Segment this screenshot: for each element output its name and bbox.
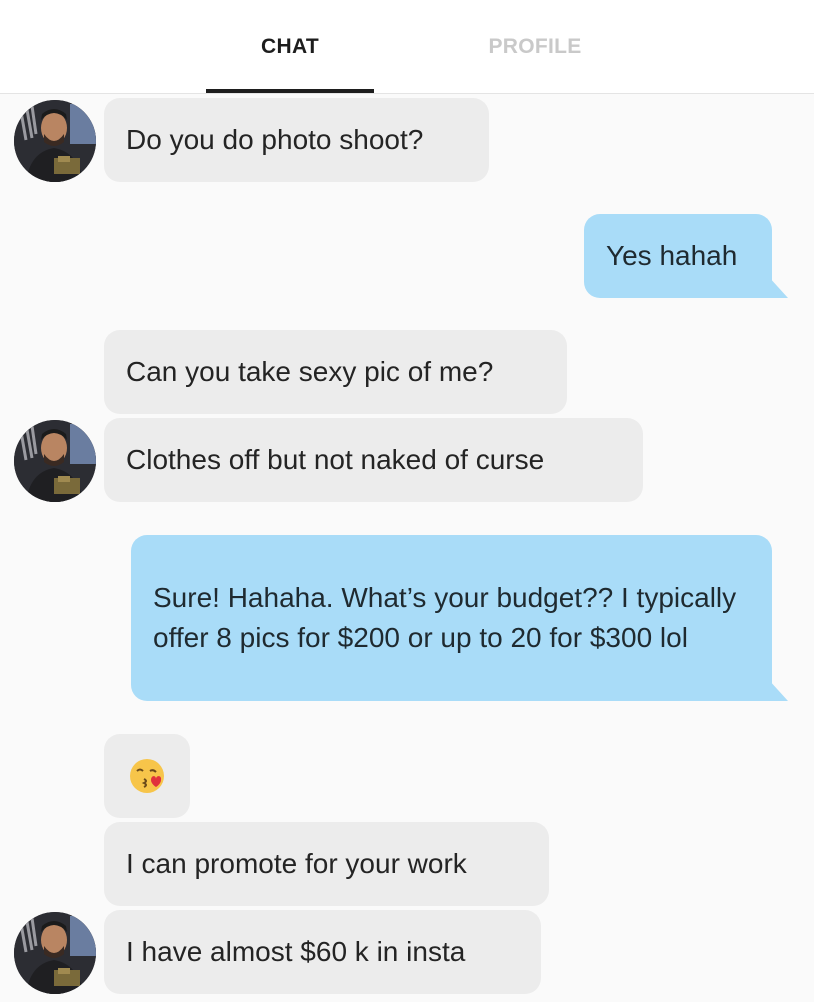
message-text: I have almost $60 k in insta — [126, 936, 466, 967]
incoming-message[interactable]: Clothes off but not naked of curse — [104, 418, 643, 502]
incoming-message[interactable]: Do you do photo shoot? — [104, 98, 489, 182]
message-text: Yes hahah — [606, 240, 738, 271]
message-text: Sure! Hahaha. What’s your budget?? I typ… — [153, 582, 737, 653]
incoming-emoji-message[interactable] — [104, 734, 190, 818]
tab-chat[interactable]: CHAT — [206, 0, 374, 94]
contact-avatar[interactable] — [14, 912, 96, 994]
contact-avatar[interactable] — [14, 420, 96, 502]
tab-profile[interactable]: PROFILE — [451, 0, 619, 94]
tab-bar: CHAT PROFILE — [0, 0, 814, 94]
avatar-photo-icon — [14, 100, 96, 182]
contact-avatar[interactable] — [14, 100, 96, 182]
avatar-photo-icon — [14, 912, 96, 994]
incoming-message[interactable]: I have almost $60 k in insta — [104, 910, 541, 994]
message-text: I can promote for your work — [126, 848, 467, 879]
active-tab-indicator — [206, 89, 374, 93]
chat-thread[interactable]: Do you do photo shoot? Yes hahah Can you… — [0, 94, 814, 1002]
incoming-message[interactable]: Can you take sexy pic of me? — [104, 330, 567, 414]
outgoing-message[interactable]: Yes hahah — [584, 214, 788, 298]
incoming-message[interactable]: I can promote for your work — [104, 822, 549, 906]
face-blowing-a-kiss-icon — [130, 759, 164, 793]
message-text: Clothes off but not naked of curse — [126, 444, 545, 475]
outgoing-message[interactable]: Sure! Hahaha. What’s your budget?? I typ… — [131, 535, 788, 701]
avatar-photo-icon — [14, 420, 96, 502]
message-text: Can you take sexy pic of me? — [126, 356, 494, 387]
message-text: Do you do photo shoot? — [126, 124, 424, 155]
